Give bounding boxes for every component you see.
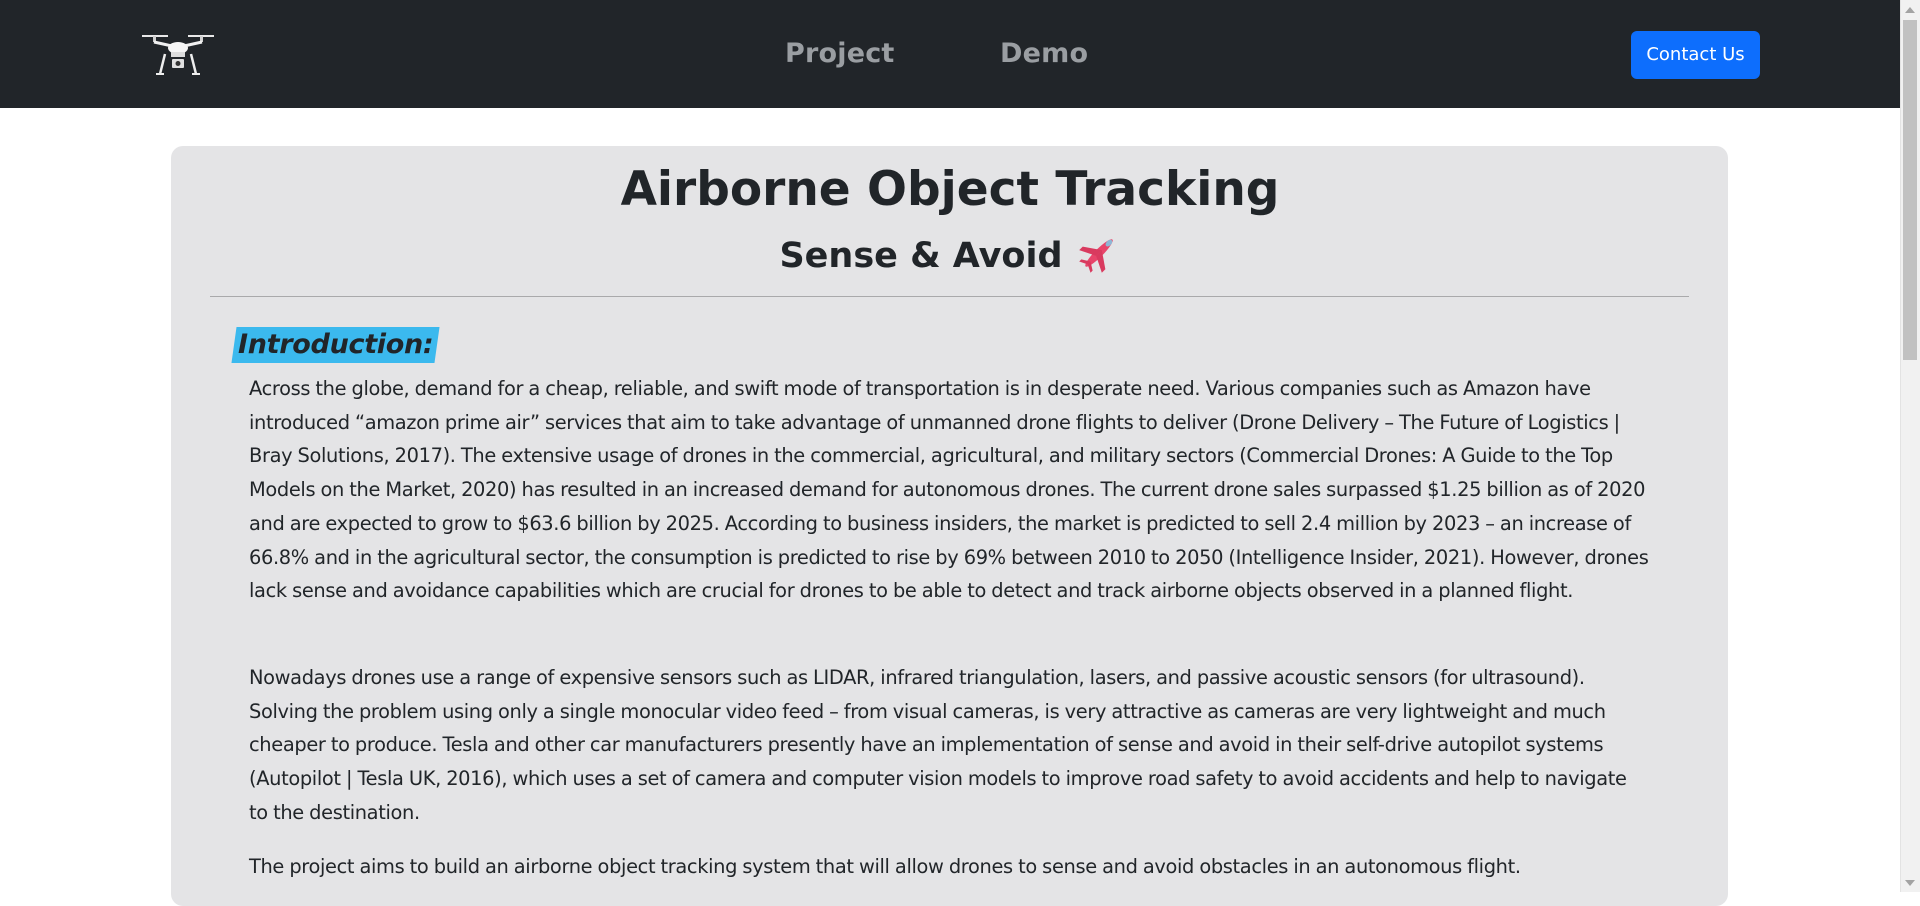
airplane-icon xyxy=(1077,233,1121,273)
drone-icon[interactable] xyxy=(138,30,218,80)
page-subtitle: Sense & Avoid xyxy=(0,233,1900,276)
introduction-heading-text: Introduction: xyxy=(238,329,434,360)
nav-link-project[interactable]: Project xyxy=(785,38,895,69)
scrollbar-thumb[interactable] xyxy=(1903,20,1917,360)
scroll-down-arrow-icon[interactable] xyxy=(1905,880,1915,886)
introduction-heading: Introduction: xyxy=(231,327,440,363)
contact-us-button[interactable]: Contact Us xyxy=(1631,31,1760,79)
intro-paragraph-1: Across the globe, demand for a cheap, re… xyxy=(249,377,1649,603)
nav-link-demo[interactable]: Demo xyxy=(1000,38,1088,69)
subtitle-text: Sense & Avoid xyxy=(779,236,1063,276)
page-title: Airborne Object Tracking xyxy=(620,162,1280,217)
intro-paragraph-3: The project aims to build an airborne ob… xyxy=(249,855,1521,878)
intro-paragraph-2: Nowadays drones use a range of expensive… xyxy=(249,666,1627,824)
scroll-up-arrow-icon[interactable] xyxy=(1905,7,1915,13)
header-divider xyxy=(210,296,1689,297)
top-navbar: Project Demo Contact Us xyxy=(0,0,1900,108)
